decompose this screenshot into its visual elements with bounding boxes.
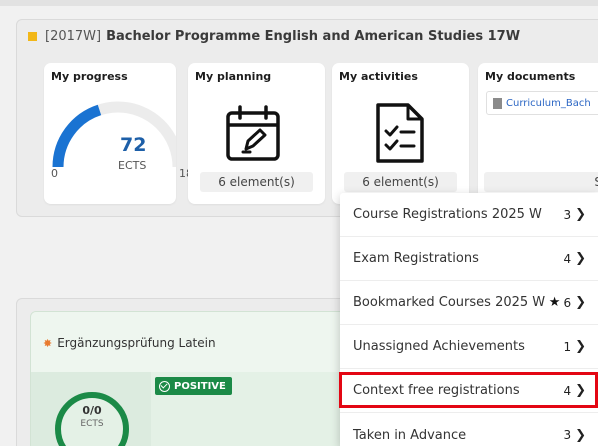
progress-value: 72 [120, 134, 147, 156]
progress-gauge [52, 101, 176, 168]
documents-card[interactable]: My documents Curriculum_Bach S [478, 63, 598, 204]
activities-card[interactable]: My activities 6 element(s) [332, 63, 469, 204]
menu-item-course-registrations[interactable]: Course Registrations 2025 W 3 ❯ [340, 193, 598, 237]
course-star-icon: ✸ [43, 336, 53, 350]
course-ring-value: 0/0 [82, 404, 102, 417]
checklist-document-icon [376, 103, 424, 163]
document-link[interactable]: Curriculum_Bach [486, 91, 598, 115]
chevron-right-icon: ❯ [575, 207, 586, 222]
chevron-right-icon: ❯ [575, 295, 586, 310]
status-badge-label: POSITIVE [174, 380, 226, 392]
status-badge: POSITIVE [155, 377, 232, 395]
course-title: Ergänzungsprüfung Latein [57, 336, 216, 350]
pdf-icon [493, 97, 502, 109]
menu-item-count: 6 [563, 295, 572, 310]
menu-item-taken-in-advance[interactable]: Taken in Advance 3 ❯ [340, 413, 598, 446]
menu-item-label: Context free registrations [353, 383, 520, 398]
progress-min: 0 [51, 167, 58, 180]
progress-card[interactable]: My progress 72 ECTS 0 180 [44, 63, 200, 204]
activities-card-title: My activities [339, 70, 418, 83]
course-title-row[interactable]: ✸ Ergänzungsprüfung Latein [43, 336, 216, 350]
menu-item-count: 1 [563, 339, 572, 354]
menu-item-label: Bookmarked Courses 2025 W [353, 295, 546, 310]
gauge-track [52, 101, 176, 168]
program-code: [2017W] [45, 28, 102, 44]
top-bar [0, 0, 598, 6]
documents-footer[interactable]: S [484, 172, 598, 192]
course-ring-unit: ECTS [80, 419, 104, 429]
menu-item-context-free-registrations[interactable]: Context free registrations 4 ❯ [340, 369, 598, 413]
gauge-fill [52, 104, 102, 168]
check-circle-icon [159, 380, 170, 392]
menu-item-bookmarked-courses[interactable]: Bookmarked Courses 2025 W ★ 6 ❯ [340, 281, 598, 325]
program-marker-icon [28, 31, 37, 41]
chevron-right-icon: ❯ [575, 427, 586, 443]
menu-item-label: Taken in Advance [353, 427, 467, 443]
menu-item-count: 3 [563, 207, 572, 222]
menu-item-unassigned-achievements[interactable]: Unassigned Achievements 1 ❯ [340, 325, 598, 369]
progress-unit: ECTS [118, 159, 147, 172]
menu-item-exam-registrations[interactable]: Exam Registrations 4 ❯ [340, 237, 598, 281]
planning-footer: 6 element(s) [200, 172, 313, 192]
documents-card-title: My documents [485, 70, 576, 83]
chevron-right-icon: ❯ [575, 383, 586, 398]
menu-item-count: 4 [563, 251, 572, 266]
menu-item-count: 4 [563, 383, 572, 398]
program-title: Bachelor Programme English and American … [106, 28, 521, 44]
program-header[interactable]: [2017W] Bachelor Programme English and A… [28, 26, 520, 46]
menu-item-label: Unassigned Achievements [353, 339, 525, 354]
chevron-right-icon: ❯ [575, 339, 586, 354]
document-name: Curriculum_Bach [506, 97, 591, 109]
menu-item-label: Exam Registrations [353, 251, 479, 266]
chevron-right-icon: ❯ [575, 251, 586, 266]
menu-item-count: 3 [563, 428, 572, 442]
calendar-edit-icon [226, 105, 280, 161]
activities-dropdown-menu: Course Registrations 2025 W 3 ❯ Exam Regi… [340, 193, 598, 446]
planning-card-title: My planning [195, 70, 272, 83]
activities-footer: 6 element(s) [344, 172, 457, 192]
bookmark-star-icon: ★ [548, 295, 561, 310]
menu-item-label: Course Registrations 2025 W [353, 207, 542, 222]
planning-card[interactable]: My planning 6 element(s) [188, 63, 325, 204]
